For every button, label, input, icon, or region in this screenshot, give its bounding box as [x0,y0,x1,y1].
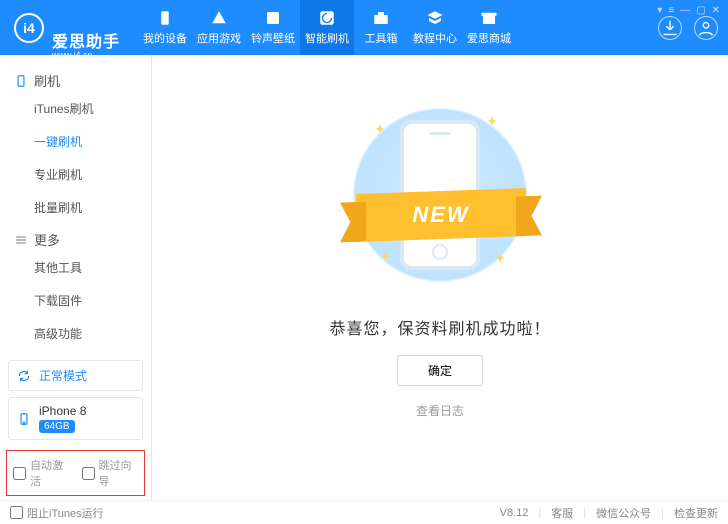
brand-domain: www.i4.cn [52,51,120,61]
nav-label: 工具箱 [365,30,398,46]
check-update-link[interactable]: 检查更新 [674,505,718,521]
user-button[interactable] [694,16,718,40]
window-controls: ▾ ≡ — ▢ ✕ [657,5,720,16]
nav-label: 教程中心 [413,30,457,46]
nav-toolbox[interactable]: 工具箱 [354,0,408,55]
nav-ringtones[interactable]: 铃声壁纸 [246,0,300,55]
logo-icon: i4 [14,13,44,43]
sidebar-item-other-tools[interactable]: 其他工具 [34,251,151,284]
nav-my-device[interactable]: 我的设备 [138,0,192,55]
auto-activate-checkbox[interactable]: 自动激活 [13,457,70,489]
logo[interactable]: i4 爱思助手 www.i4.cn [14,0,120,61]
sparkle-icon: ✦ [486,113,498,130]
nav-store[interactable]: 爱思商城 [462,0,516,55]
flash-options-row: 自动激活 跳过向导 [6,450,145,496]
toolbox-icon [372,9,390,27]
nav-tutorial[interactable]: 教程中心 [408,0,462,55]
store-icon [480,9,498,27]
device-outline-icon [14,74,28,88]
apps-icon [210,9,228,27]
flash-icon [318,9,336,27]
nav-label: 铃声壁纸 [251,30,295,46]
confirm-button[interactable]: 确定 [397,355,483,386]
top-bar: i4 爱思助手 www.i4.cn 我的设备 应用游戏 铃声壁纸 智能刷机 工具… [0,0,728,55]
view-log-link[interactable]: 查看日志 [416,402,464,419]
nav-label: 爱思商城 [467,30,511,46]
sidebar-item-oneclick-flash[interactable]: 一键刷机 [34,125,151,158]
sidebar: 刷机 iTunes刷机 一键刷机 专业刷机 批量刷机 更多 其他工具 下载固件 … [0,55,152,500]
top-nav: 我的设备 应用游戏 铃声壁纸 智能刷机 工具箱 教程中心 爱思商城 [138,0,516,55]
win-close-icon[interactable]: ✕ [712,5,720,16]
ribbon-text: NEW [412,202,469,228]
win-minimize-icon[interactable]: — [680,5,690,16]
sidebar-section-more[interactable]: 更多 [0,224,151,251]
status-bar: 阻止iTunes运行 V8.12 | 客服 | 微信公众号 | 检查更新 [0,500,728,524]
support-link[interactable]: 客服 [551,505,573,521]
success-illustration: ✦ ✦ ✦ ✦ NEW [340,95,540,295]
music-icon [264,9,282,27]
section-title: 刷机 [34,71,60,90]
sparkle-icon: ✦ [494,250,506,267]
brand-name: 爱思助手 [52,0,120,51]
sidebar-section-flash[interactable]: 刷机 [0,65,151,92]
mode-label: 正常模式 [39,367,87,384]
sidebar-item-pro-flash[interactable]: 专业刷机 [34,158,151,191]
download-button[interactable] [658,16,682,40]
device-storage-badge: 64GB [39,420,75,433]
sidebar-item-itunes-flash[interactable]: iTunes刷机 [34,92,151,125]
device-name: iPhone 8 [39,404,86,418]
version-label: V8.12 [500,507,529,519]
sparkle-icon: ✦ [374,121,386,138]
device-mode-button[interactable]: 正常模式 [8,360,143,391]
nav-label: 智能刷机 [305,30,349,46]
new-ribbon: NEW [356,191,526,239]
sidebar-item-advanced[interactable]: 高级功能 [34,317,151,350]
wechat-link[interactable]: 微信公众号 [596,505,651,521]
block-itunes-checkbox[interactable]: 阻止iTunes运行 [10,505,104,521]
sidebar-item-download-firmware[interactable]: 下载固件 [34,284,151,317]
skip-guide-checkbox[interactable]: 跳过向导 [82,457,139,489]
nav-label: 我的设备 [143,30,187,46]
success-message: 恭喜您，保资料刷机成功啦！ [329,315,550,339]
top-right-controls [658,16,718,40]
main-content: ✦ ✦ ✦ ✦ NEW 恭喜您，保资料刷机成功啦！ 确定 查看日志 [152,55,728,500]
nav-apps[interactable]: 应用游戏 [192,0,246,55]
refresh-icon [17,369,31,383]
win-menu-icon[interactable]: ▾ [657,5,662,16]
section-title: 更多 [34,230,60,249]
sidebar-item-batch-flash[interactable]: 批量刷机 [34,191,151,224]
win-maximize-icon[interactable]: ▢ [696,5,705,16]
nav-label: 应用游戏 [197,30,241,46]
win-settings-icon[interactable]: ≡ [668,5,674,16]
tutorial-icon [426,9,444,27]
device-info[interactable]: iPhone 8 64GB [8,397,143,440]
device-icon [156,9,174,27]
sparkle-icon: ✦ [380,248,392,265]
nav-flash[interactable]: 智能刷机 [300,0,354,55]
phone-icon [17,412,31,426]
list-icon [14,233,28,247]
